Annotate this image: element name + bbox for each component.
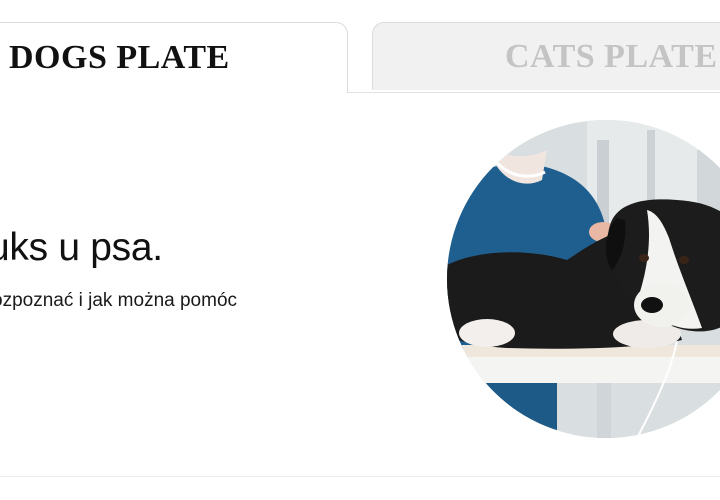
plate-tabs: DOGS PLATE CATS PLATE	[0, 0, 720, 93]
tab-cats-plate-label: CATS PLATE	[505, 37, 718, 75]
tab-dogs-plate[interactable]: DOGS PLATE	[0, 22, 348, 93]
bottom-divider	[0, 476, 720, 477]
tab-dogs-plate-label: DOGS PLATE	[9, 39, 230, 76]
article-heading: uks u psa.	[0, 226, 163, 269]
page: DOGS PLATE CATS PLATE uks u psa. ozpozna…	[0, 0, 720, 500]
article-subtext: ozpoznać i jak można pomóc	[0, 290, 238, 311]
tab-cats-plate[interactable]: CATS PLATE	[372, 22, 720, 90]
dog-photo-illustration	[447, 120, 720, 438]
dog-photo	[447, 120, 720, 438]
